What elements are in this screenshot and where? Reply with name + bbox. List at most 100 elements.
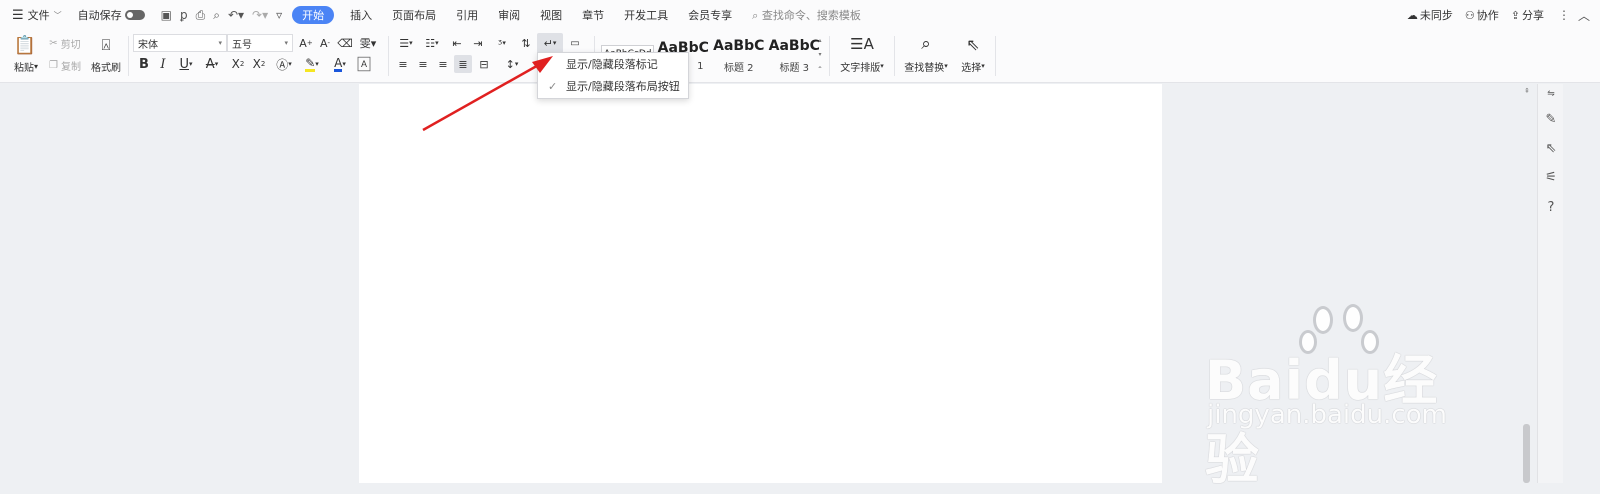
divider <box>894 36 895 76</box>
format-painter-button[interactable]: 格式刷 <box>88 58 124 74</box>
select-button[interactable]: 选择 ▾ <box>955 58 991 74</box>
format-painter-icon[interactable]: ꝑ <box>176 8 192 22</box>
chevron-down-icon: ﹀ <box>53 10 62 20</box>
style-heading-3[interactable]: AaBbC 标题 3 <box>767 33 823 79</box>
increase-indent-icon[interactable]: ⇥ <box>469 34 487 52</box>
show-hide-marks-icon[interactable]: ↵ ▾ <box>537 33 563 53</box>
distributed-icon[interactable]: ⊟ <box>475 55 493 73</box>
align-left-icon[interactable]: ≡ <box>394 55 412 73</box>
divider <box>829 36 830 76</box>
align-right-icon[interactable]: ≡ <box>434 55 452 73</box>
font-color-icon[interactable]: A ▾ <box>328 55 352 73</box>
customize-quick-access-icon[interactable]: ▿ <box>272 8 286 22</box>
text-effect-icon[interactable]: Ⓐ ▾ <box>272 55 296 73</box>
save-icon[interactable]: ▣ <box>157 8 176 22</box>
cut-button[interactable]: ✂ 剪切 <box>46 35 84 51</box>
bold-icon[interactable]: B <box>136 55 152 73</box>
sidebar-collapse-icon[interactable]: ⇋ <box>1543 86 1559 102</box>
highlight-icon[interactable]: ✎ ▾ <box>300 55 324 73</box>
chinese-layout-icon[interactable]: ᶾ ▾ <box>490 34 514 52</box>
numbered-list-icon[interactable]: ☷ ▾ <box>420 34 444 52</box>
tab-insert[interactable]: 插入 <box>340 0 382 30</box>
strikethrough-icon[interactable]: A ▾ <box>200 55 224 73</box>
menu-item-label: 显示/隐藏段落标记 <box>566 58 658 71</box>
paste-label: 粘贴 <box>13 62 34 74</box>
copy-button[interactable]: ❐ 复制 <box>46 57 84 73</box>
style-label: 1 <box>697 61 704 72</box>
decrease-indent-icon[interactable]: ⇤ <box>448 34 466 52</box>
font-size-select[interactable]: 五号 ▾ <box>227 34 293 52</box>
menu-item-show-hide-layout-buttons[interactable]: ✓ 显示/隐藏段落布局按钮 <box>538 75 688 97</box>
table-layout-icon[interactable]: ▭ <box>566 34 584 52</box>
more-options-icon[interactable]: ⋮ <box>1554 8 1574 22</box>
char-border-icon[interactable]: A <box>357 56 371 72</box>
autosave-label: 自动保存 <box>77 9 122 22</box>
tab-home[interactable]: 开始 <box>292 6 335 24</box>
settings-sliders-icon[interactable]: ⚟ <box>1543 169 1559 185</box>
share-label: 分享 <box>1521 9 1544 22</box>
menu-item-show-hide-paragraph-marks[interactable]: 显示/隐藏段落标记 <box>538 53 688 75</box>
decrease-font-icon[interactable]: A- <box>317 34 333 52</box>
find-replace-button[interactable]: 查找替换 ▾ <box>900 58 952 74</box>
copy-label: 复制 <box>60 61 81 73</box>
sort-icon[interactable]: ⇅ <box>517 34 535 52</box>
cut-label: 剪切 <box>60 39 81 51</box>
sync-button[interactable]: ☁ 未同步 <box>1401 0 1459 30</box>
style-heading-2[interactable]: AaBbC 标题 2 <box>711 33 767 79</box>
tab-references[interactable]: 引用 <box>446 0 488 30</box>
document-page[interactable] <box>359 84 1162 483</box>
share-button[interactable]: ⇪ 分享 <box>1505 0 1550 30</box>
command-search[interactable]: ⌕ 查找命令、搜索模板 <box>752 7 861 23</box>
format-painter-label: 格式刷 <box>91 62 121 74</box>
line-spacing-icon[interactable]: ↕ ▾ <box>500 55 524 73</box>
vertical-scrollbar[interactable]: ⇞ <box>1520 84 1534 483</box>
help-icon[interactable]: ? <box>1543 199 1559 215</box>
collapse-ribbon-icon[interactable]: ︿ <box>1574 7 1594 24</box>
bullet-list-icon[interactable]: ☰ ▾ <box>394 34 418 52</box>
tab-developer[interactable]: 开发工具 <box>614 0 678 30</box>
subscript-icon[interactable]: X2 <box>250 55 268 73</box>
justify-icon[interactable]: ≣ <box>454 55 472 73</box>
undo-icon[interactable]: ↶▾ <box>224 8 248 22</box>
text-layout-icon[interactable]: ☰A <box>850 33 874 55</box>
increase-font-icon[interactable]: A + <box>298 34 314 52</box>
search-icon: ⌕ <box>752 9 759 22</box>
redo-icon[interactable]: ↷▾ <box>248 8 272 22</box>
copy-icon: ❐ <box>49 59 58 71</box>
text-layout-button[interactable]: 文字排版 ▾ <box>836 58 888 74</box>
scroll-up-icon[interactable]: ⇞ <box>1523 86 1531 96</box>
show-hide-marks-menu: 显示/隐藏段落标记 ✓ 显示/隐藏段落布局按钮 <box>537 52 689 99</box>
tab-view[interactable]: 视图 <box>530 0 572 30</box>
file-menu[interactable]: ☰ 文件 ﹀ <box>8 0 66 30</box>
superscript-icon[interactable]: X2 <box>229 55 247 73</box>
paste-button[interactable]: 粘贴 ▾ <box>8 58 44 74</box>
tab-member[interactable]: 会员专享 <box>678 0 742 30</box>
tab-review[interactable]: 审阅 <box>488 0 530 30</box>
print-icon[interactable]: ⎙ <box>192 8 210 23</box>
magnifier-icon[interactable]: ⌕ <box>914 33 938 55</box>
scroll-thumb[interactable] <box>1523 424 1530 483</box>
collab-button[interactable]: ⚇ 协作 <box>1459 0 1505 30</box>
italic-icon[interactable]: I <box>155 55 171 73</box>
tab-sections[interactable]: 章节 <box>572 0 614 30</box>
print-preview-icon[interactable]: ⌕ <box>209 8 224 23</box>
brush-icon[interactable]: ⍓ <box>96 34 116 56</box>
watermark-url: jingyan.baidu.com <box>1207 400 1447 430</box>
font-name-value: 宋体 <box>138 39 158 51</box>
styles-more-icon[interactable]: ⩡ <box>816 62 824 74</box>
pointer-icon[interactable]: ⇖ <box>1543 140 1559 156</box>
autosave-toggle[interactable]: 自动保存 <box>74 0 149 30</box>
styles-scroll-down-icon[interactable]: ▾ <box>816 48 824 60</box>
tab-page-layout[interactable]: 页面布局 <box>382 0 446 30</box>
underline-icon[interactable]: U ▾ <box>174 55 198 73</box>
share-icon: ⇪ <box>1510 8 1520 22</box>
cursor-arrow-icon[interactable]: ⇖ <box>962 33 984 55</box>
align-center-icon[interactable]: ≡ <box>414 55 432 73</box>
styles-scroll-up-icon[interactable]: ▴ <box>816 34 824 46</box>
font-name-select[interactable]: 宋体 ▾ <box>133 34 227 52</box>
style-preview: AaBbC <box>713 38 765 54</box>
phonetic-guide-icon[interactable]: 雯▾ <box>357 34 379 52</box>
clear-format-icon[interactable]: ⌫ <box>337 34 353 52</box>
pen-icon[interactable]: ✎ <box>1543 111 1559 127</box>
paste-icon[interactable]: 📋 <box>14 34 36 56</box>
